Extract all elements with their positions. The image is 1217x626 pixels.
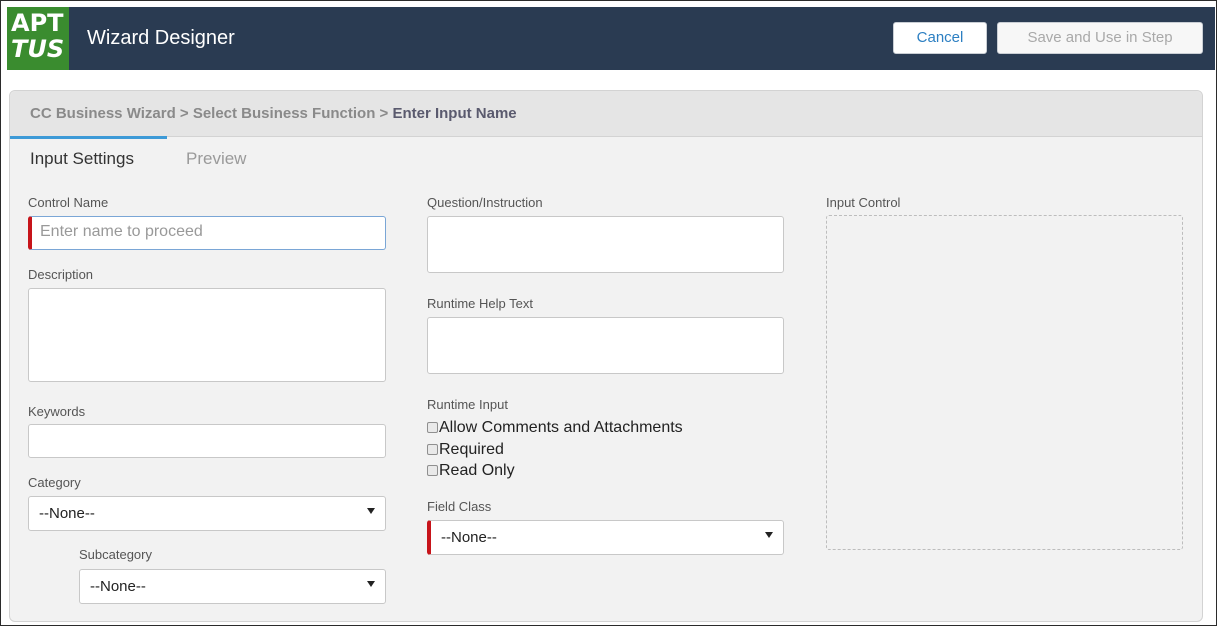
category-selected-value: --None-- [39,505,95,522]
required-label: Required [439,441,504,458]
allow-comments-checkbox[interactable] [427,422,438,433]
logo-text-bottom: TUS [11,35,65,63]
logo-text-top: APT [11,9,64,37]
breadcrumb-path[interactable]: CC Business Wizard > Select Business Fun… [30,105,392,122]
keywords-input[interactable] [28,424,386,458]
control-name-label: Control Name [28,195,109,210]
tab-preview[interactable]: Preview [186,149,246,169]
control-name-input[interactable]: Enter name to proceed [28,216,386,250]
breadcrumb-current: Enter Input Name [392,105,517,122]
subcategory-select[interactable]: --None-- [79,569,386,604]
category-label: Category [28,475,81,490]
apttus-logo: APT TUS [7,7,69,70]
tab-input-settings[interactable]: Input Settings [30,149,134,169]
field-class-selected-value: --None-- [441,529,497,546]
cancel-button[interactable]: Cancel [893,22,987,54]
field-class-label: Field Class [427,499,492,514]
app-title: Wizard Designer [87,27,235,49]
chevron-down-icon [367,508,375,514]
chevron-down-icon [765,532,773,538]
allow-comments-label: Allow Comments and Attachments [439,419,683,436]
runtime-help-text-label: Runtime Help Text [427,296,533,311]
read-only-option[interactable]: Read Only [427,462,515,480]
breadcrumb-bar: CC Business Wizard > Select Business Fun… [10,91,1202,137]
control-name-placeholder: Enter name to proceed [40,223,203,240]
field-class-select[interactable]: --None-- [427,520,784,555]
breadcrumb: CC Business Wizard > Select Business Fun… [30,105,517,122]
subcategory-selected-value: --None-- [90,578,146,595]
header-bar: APT TUS Wizard Designer Cancel Save and … [7,7,1215,70]
input-control-dropzone[interactable] [826,215,1183,550]
read-only-checkbox[interactable] [427,465,438,476]
question-instruction-textarea[interactable] [427,216,784,273]
save-and-use-button[interactable]: Save and Use in Step [997,22,1203,54]
runtime-help-text-textarea[interactable] [427,317,784,374]
active-tab-indicator [10,136,167,139]
description-textarea[interactable] [28,288,386,382]
description-label: Description [28,267,94,282]
question-instruction-label: Question/Instruction [427,195,543,210]
wizard-panel: CC Business Wizard > Select Business Fun… [9,90,1203,622]
keywords-label: Keywords [28,404,86,419]
allow-comments-option[interactable]: Allow Comments and Attachments [427,419,683,437]
input-control-label: Input Control [826,195,901,210]
app-window: APT TUS Wizard Designer Cancel Save and … [0,0,1217,626]
category-select[interactable]: --None-- [28,496,386,531]
required-option[interactable]: Required [427,441,504,459]
runtime-input-label: Runtime Input [427,397,508,412]
read-only-label: Read Only [439,462,515,479]
subcategory-label: Subcategory [79,547,152,562]
required-checkbox[interactable] [427,444,438,455]
chevron-down-icon [367,581,375,587]
